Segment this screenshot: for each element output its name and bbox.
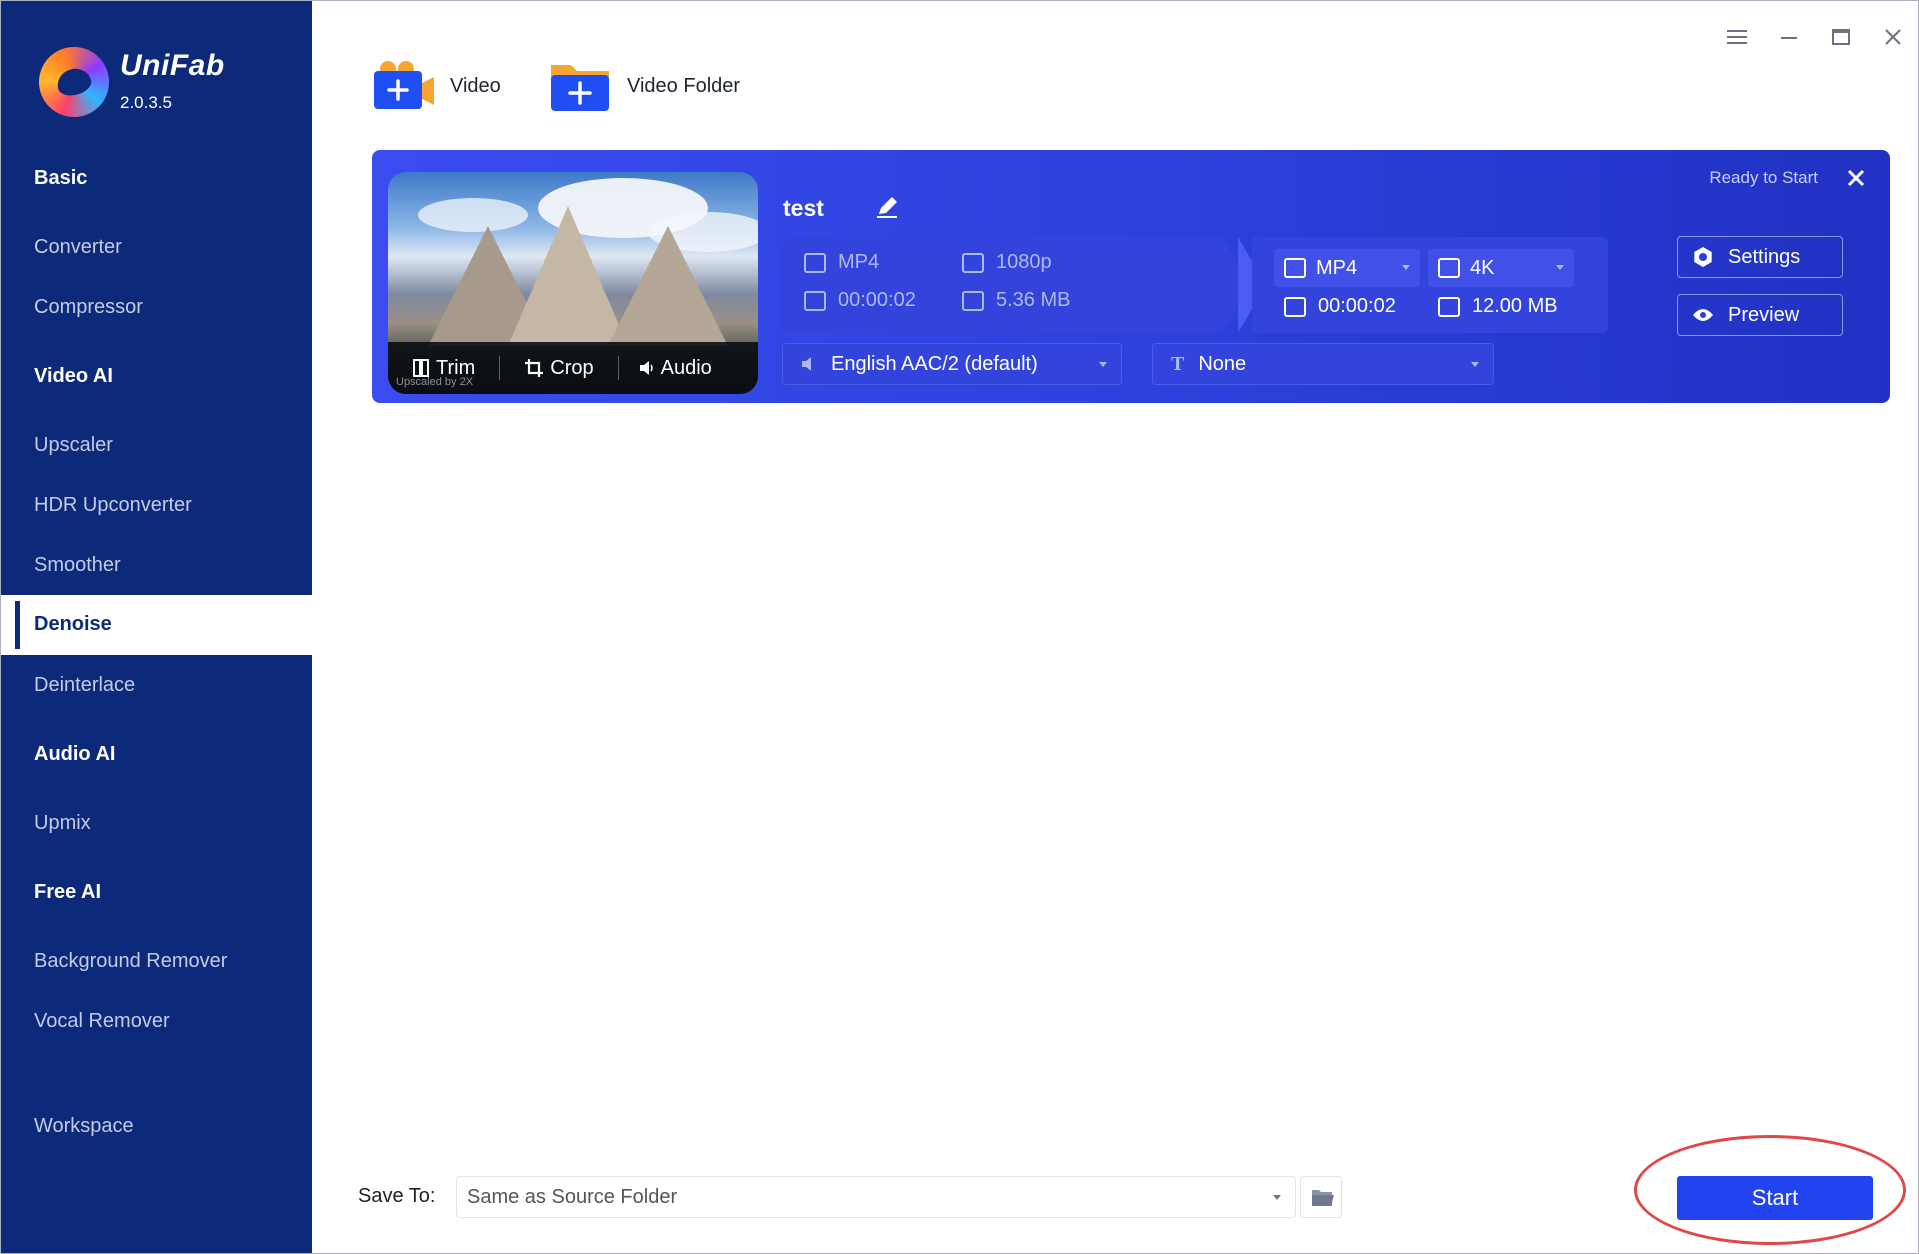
sidebar-section-audio-ai: Audio AI <box>34 743 116 765</box>
app-window: UniFab 2.0.3.5 Basic Converter Compresso… <box>0 0 1919 1254</box>
crop-icon <box>525 359 544 377</box>
task-status: Ready to Start <box>1709 168 1818 187</box>
output-info: MP4 4K 00:00:02 12.00 MB <box>1252 237 1608 333</box>
app-version: 2.0.3.5 <box>120 93 172 112</box>
sidebar-item-converter[interactable]: Converter <box>34 236 122 259</box>
chevron-down-icon <box>1471 362 1479 367</box>
video-thumbnail[interactable]: Trim Crop Audio Upscaled by 2X <box>388 172 758 394</box>
video-format-icon <box>1284 258 1306 278</box>
add-video-button[interactable]: Video <box>372 59 501 113</box>
file-icon <box>1438 296 1460 317</box>
sidebar-item-workspace[interactable]: Workspace <box>34 1115 134 1138</box>
output-resolution-label: 4K <box>1470 256 1495 279</box>
output-format-dropdown[interactable]: MP4 <box>1274 249 1420 287</box>
sidebar-section-free-ai: Free AI <box>34 881 102 903</box>
settings-label: Settings <box>1728 245 1801 268</box>
close-icon[interactable] <box>1881 27 1905 51</box>
minimize-icon[interactable] <box>1777 27 1801 51</box>
chevron-down-icon <box>1402 265 1410 270</box>
chevron-down-icon <box>1273 1195 1281 1200</box>
subtitle-dropdown[interactable]: T None <box>1152 343 1494 385</box>
sidebar-item-deinterlace[interactable]: Deinterlace <box>34 674 135 697</box>
settings-button[interactable]: Settings <box>1677 236 1843 278</box>
video-format-icon <box>804 252 826 273</box>
crop-label: Crop <box>550 356 594 379</box>
unifab-logo-icon <box>39 47 109 117</box>
source-duration: 00:00:02 <box>804 289 916 312</box>
sidebar-item-compressor[interactable]: Compressor <box>34 296 143 319</box>
output-size: 12.00 MB <box>1438 295 1558 318</box>
save-to-label: Save To: <box>358 1185 436 1207</box>
thumbnail-mountain <box>608 226 728 346</box>
save-to-value: Same as Source Folder <box>467 1185 678 1208</box>
sidebar-item-hdr-upconverter[interactable]: HDR Upconverter <box>34 494 192 517</box>
monitor-icon <box>962 252 984 273</box>
browse-folder-button[interactable] <box>1300 1176 1342 1218</box>
crop-button[interactable]: Crop <box>500 357 617 380</box>
sidebar-item-vocal-remover[interactable]: Vocal Remover <box>34 1010 170 1033</box>
add-video-icon <box>372 59 434 113</box>
monitor-icon <box>1438 258 1460 278</box>
output-size-label: 12.00 MB <box>1472 295 1558 317</box>
sidebar-section-video-ai: Video AI <box>34 365 113 387</box>
source-size-label: 5.36 MB <box>996 289 1071 311</box>
source-size: 5.36 MB <box>962 289 1070 312</box>
speaker-icon <box>802 357 811 371</box>
source-resolution-label: 1080p <box>996 251 1052 273</box>
clock-icon <box>1284 296 1306 317</box>
audio-label: Audio <box>660 356 712 379</box>
add-folder-icon <box>549 59 611 113</box>
sidebar-item-label: Denoise <box>34 613 112 635</box>
menu-icon[interactable] <box>1725 27 1749 51</box>
chevron-down-icon <box>1099 362 1107 367</box>
source-format: MP4 <box>804 251 879 274</box>
audio-track-dropdown[interactable]: English AAC/2 (default) <box>782 343 1122 385</box>
sidebar-item-smoother[interactable]: Smoother <box>34 554 121 577</box>
sidebar: UniFab 2.0.3.5 Basic Converter Compresso… <box>1 1 312 1253</box>
add-video-folder-button[interactable]: Video Folder <box>549 59 740 113</box>
sidebar-section-basic: Basic <box>34 167 88 189</box>
maximize-icon[interactable] <box>1829 27 1853 51</box>
highlight-annotation <box>1634 1135 1906 1245</box>
sidebar-item-denoise[interactable]: Denoise <box>1 595 312 655</box>
eye-icon <box>1693 309 1713 321</box>
thumbnail-watermark: Upscaled by 2X <box>396 376 474 388</box>
subtitle-label: None <box>1198 352 1247 375</box>
save-to-dropdown[interactable]: Same as Source Folder <box>456 1176 1296 1218</box>
trim-icon <box>413 359 429 377</box>
output-resolution-dropdown[interactable]: 4K <box>1428 249 1574 287</box>
sidebar-item-background-remover[interactable]: Background Remover <box>34 950 227 973</box>
audio-track-label: English AAC/2 (default) <box>831 352 1038 375</box>
output-format-label: MP4 <box>1316 256 1358 279</box>
output-duration-label: 00:00:02 <box>1318 295 1396 317</box>
sidebar-item-upscaler[interactable]: Upscaler <box>34 434 113 457</box>
preview-label: Preview <box>1728 303 1800 326</box>
source-resolution: 1080p <box>962 251 1052 274</box>
output-duration: 00:00:02 <box>1284 295 1396 318</box>
source-duration-label: 00:00:02 <box>838 289 916 311</box>
chevron-down-icon <box>1556 265 1564 270</box>
active-indicator <box>15 601 20 649</box>
folder-icon <box>1312 1190 1334 1206</box>
preview-button[interactable]: Preview <box>1677 294 1843 336</box>
app-name: UniFab <box>120 49 225 82</box>
conversion-info-panel: MP4 1080p 00:00:02 5.36 MB MP4 4K 00:00:… <box>782 237 1608 333</box>
remove-task-icon[interactable] <box>1846 164 1866 195</box>
video-task-card: Trim Crop Audio Upscaled by 2X test Read… <box>372 150 1890 403</box>
sidebar-item-upmix[interactable]: Upmix <box>34 812 91 835</box>
source-info: MP4 1080p 00:00:02 5.36 MB <box>782 237 1222 333</box>
add-folder-label: Video Folder <box>627 74 741 97</box>
clock-icon <box>804 290 826 311</box>
task-title: test <box>783 195 824 221</box>
speaker-icon <box>639 361 653 375</box>
edit-title-icon[interactable] <box>874 194 900 220</box>
text-icon: T <box>1171 352 1185 375</box>
add-video-label: Video <box>450 74 501 97</box>
source-format-label: MP4 <box>838 251 880 273</box>
audio-button[interactable]: Audio <box>619 357 736 380</box>
file-icon <box>962 290 984 311</box>
gear-icon <box>1694 247 1712 267</box>
